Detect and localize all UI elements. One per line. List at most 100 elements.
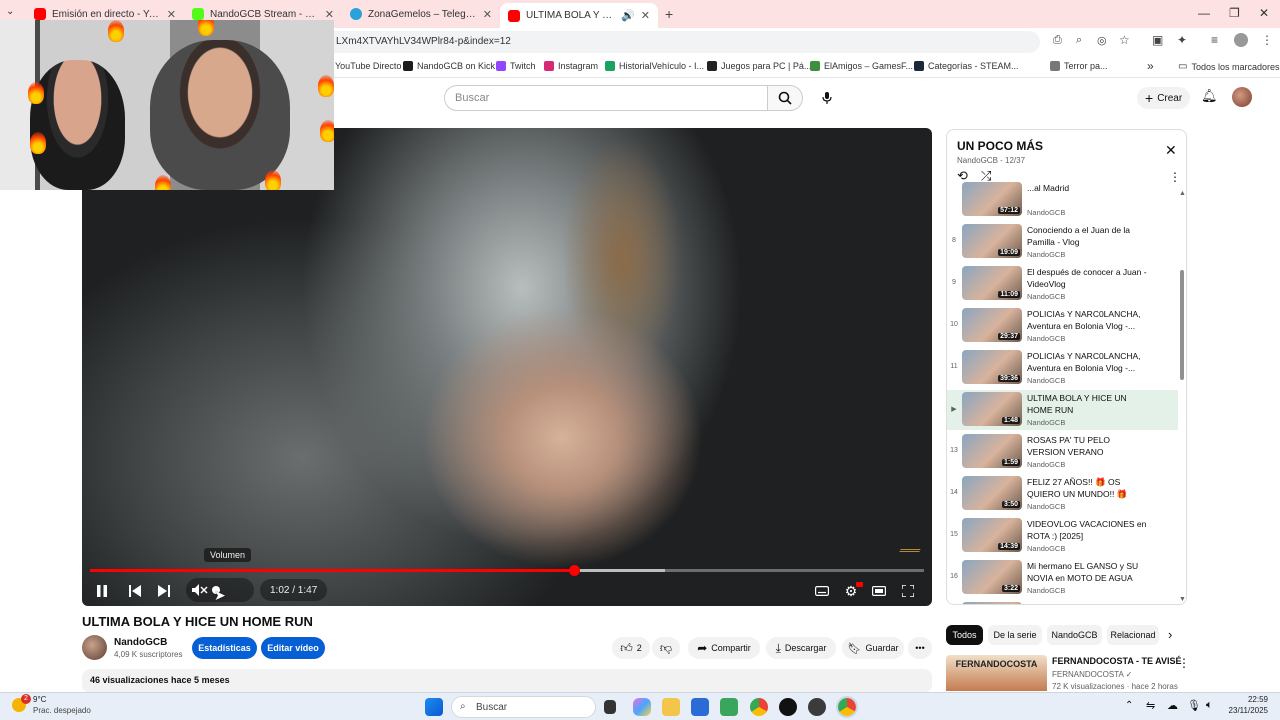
onedrive-icon[interactable]: ☁	[1167, 699, 1178, 712]
bookmark-steam[interactable]: Categorías - STEAM...	[914, 61, 1019, 71]
zoom-icon[interactable]: ⌕	[1076, 34, 1082, 47]
playlist-item[interactable]: 11 39:36 POLICIAs Y NARC0LANCHA, Aventura …	[947, 348, 1178, 388]
next-button[interactable]	[153, 580, 175, 602]
bookmark-youtube-directo[interactable]: YouTube Directo	[335, 61, 401, 71]
puzzle-icon[interactable]: ✦	[1177, 33, 1187, 47]
new-tab-button[interactable]: +	[665, 6, 673, 22]
copilot-icon[interactable]	[633, 698, 651, 716]
playlist-scrollbar[interactable]	[1180, 270, 1184, 380]
bookmark-twitch[interactable]: Twitch	[496, 61, 536, 71]
playlist-item[interactable]: 9 11:09 El después de conocer a Juan - Vid…	[947, 264, 1178, 304]
taskbar-search[interactable]: ⌕ Buscar	[451, 696, 596, 718]
scroll-down-icon[interactable]: ▼	[1179, 596, 1186, 603]
fullscreen-button[interactable]	[898, 580, 918, 602]
recommended-thumbnail[interactable]: FERNANDOCOSTA	[946, 655, 1047, 691]
tiktok-icon[interactable]	[779, 698, 797, 716]
playlist-item-current[interactable]: ▶ 1:48 ULTIMA BOLA Y HICE UN HOME RUN Nando…	[947, 390, 1178, 430]
create-button[interactable]: + Crear	[1137, 87, 1191, 109]
network-icon[interactable]: ⇋	[1146, 699, 1155, 712]
analytics-button[interactable]: Estadísticas	[192, 637, 257, 659]
close-tab-icon[interactable]: ✕	[483, 8, 492, 21]
profile-icon[interactable]	[1234, 33, 1248, 47]
extension-icon[interactable]: ▣	[1152, 33, 1163, 47]
bookmark-instagram[interactable]: Instagram	[544, 61, 598, 71]
clock-date[interactable]: 23/11/2025	[1220, 706, 1268, 715]
eye-off-icon[interactable]: ◎	[1097, 34, 1107, 47]
edit-video-button[interactable]: Editar vídeo	[261, 637, 325, 659]
minimize-icon[interactable]: —	[1198, 6, 1210, 20]
account-avatar[interactable]	[1232, 87, 1252, 107]
bookmark-historialvehiculo[interactable]: HistorialVehículo - I...	[605, 61, 704, 71]
search-input[interactable]: Buscar	[444, 85, 768, 111]
chrome-active-icon[interactable]	[836, 696, 858, 718]
tab-current-video[interactable]: ULTIMA BOLA Y HICE UN H 🔊 ✕	[500, 3, 658, 28]
tray-expand-icon[interactable]: ⌃	[1125, 700, 1133, 711]
clock-time[interactable]: 22:59	[1220, 695, 1268, 704]
speaker-icon[interactable]: 🔈︎	[1206, 699, 1213, 712]
recommended-channel[interactable]: FERNANDOCOSTA ✓	[1052, 670, 1132, 679]
media-icon[interactable]: ≡	[1211, 33, 1218, 47]
bookmark-terror[interactable]: Terror pa...	[1050, 61, 1108, 71]
app-icon[interactable]	[720, 698, 738, 716]
chip-todos[interactable]: Todos	[946, 625, 983, 645]
bookmark-juegos-pc[interactable]: Juegos para PC | Pá...	[707, 61, 811, 71]
theater-mode-button[interactable]	[869, 580, 889, 602]
playlist-item[interactable]: 16 3:22 Mi hermano EL GANSO y SU NOVIA en …	[947, 558, 1178, 598]
previous-button[interactable]	[124, 580, 146, 602]
description-box[interactable]: 46 visualizaciones hace 5 meses	[82, 669, 932, 693]
progress-bar[interactable]	[90, 565, 924, 576]
video-player[interactable]: Volumen ➤ 1:02 / 1:47 ⚙	[82, 128, 932, 606]
chrome-menu-icon[interactable]: ⋮	[1261, 33, 1273, 47]
task-view-icon[interactable]	[604, 700, 616, 714]
playlist-item[interactable]: 14 3:50 FELIZ 27 AÑOS!! 🎁 OS QUIERO UN MUN…	[947, 474, 1178, 514]
obs-icon[interactable]	[808, 698, 826, 716]
playlist-item[interactable]: 15 14:39 VIDEOVLOG VACACIONES en ROTA :) […	[947, 516, 1178, 556]
search-button[interactable]	[767, 85, 803, 111]
dislike-button[interactable]: 👎︎	[652, 637, 680, 659]
close-window-icon[interactable]: ✕	[1259, 6, 1269, 20]
playlist-item[interactable]: EDITs VACACIONES ROTA :) [2024]	[947, 600, 1178, 604]
channel-avatar[interactable]	[82, 635, 107, 660]
bookmark-elamigos[interactable]: ElAmigos – GamesF...	[810, 61, 913, 71]
close-tab-icon[interactable]: ✕	[167, 8, 176, 21]
chip-relacionados[interactable]: Relacionad	[1107, 625, 1159, 645]
file-explorer-icon[interactable]	[662, 698, 680, 716]
settings-button[interactable]: ⚙	[841, 580, 863, 602]
tab-search-icon[interactable]: ⌄	[6, 6, 14, 17]
playlist-item[interactable]: 13 1:59 ROSAS PA' TU PELO VERSION VERANO Na…	[947, 432, 1178, 472]
recommended-title[interactable]: FERNANDOCOSTA - TE AVISÉ	[1052, 656, 1182, 666]
recommended-menu-icon[interactable]: ⋮	[1178, 656, 1190, 670]
playlist-item[interactable]: 8 19:09 Conociendo a el Juan de la Pamilla…	[947, 222, 1178, 262]
close-tab-icon[interactable]: ✕	[641, 9, 650, 22]
chips-next-icon[interactable]: ›	[1168, 627, 1172, 642]
chrome-icon[interactable]	[750, 698, 768, 716]
all-bookmarks-button[interactable]: ▭ Todos los marcadores	[1178, 61, 1280, 72]
star-icon[interactable]: ☆	[1119, 33, 1130, 47]
windows-start-icon[interactable]	[425, 698, 443, 716]
pause-button[interactable]	[92, 580, 112, 602]
close-tab-icon[interactable]: ✕	[325, 8, 334, 21]
like-button[interactable]: 👍︎ 2	[612, 637, 650, 659]
download-button[interactable]: ⤓ Descargar	[766, 637, 836, 659]
install-icon[interactable]: ⎙	[1053, 34, 1062, 47]
close-playlist-icon[interactable]: ✕	[1165, 142, 1177, 159]
subtitles-button[interactable]	[812, 580, 832, 602]
channel-name[interactable]: NandoGCB	[114, 637, 167, 648]
bookmarks-overflow-button[interactable]: »	[1147, 59, 1154, 73]
address-bar[interactable]: LXm4XTVAYhLV34WPlr84-p&index=12	[300, 31, 1040, 53]
playlist-item[interactable]: 57:12 ...al Madrid NandoGCB	[947, 180, 1178, 220]
playlist-item[interactable]: 10 29:37 POLICIAs Y NARC0LANCHA, Aventura …	[947, 306, 1178, 346]
notifications-bell-icon[interactable]: 🔔︎	[1201, 88, 1218, 104]
maximize-icon[interactable]: ❐	[1229, 6, 1240, 20]
bookmark-kick[interactable]: NandoGCB on Kick	[403, 61, 495, 71]
progress-scrubber[interactable]	[568, 565, 580, 576]
voice-search-button[interactable]	[814, 85, 840, 111]
mic-tray-icon[interactable]: 🎙︎	[1187, 699, 1201, 712]
playlist-title[interactable]: UN POCO MÁS	[957, 139, 1043, 153]
store-icon[interactable]	[691, 698, 709, 716]
tab-telegram[interactable]: ZonaGemelos – Telegram ✕	[342, 3, 500, 25]
more-actions-button[interactable]: •••	[908, 637, 932, 659]
save-button[interactable]: 🔖︎ Guardar	[842, 637, 904, 659]
scroll-up-icon[interactable]: ▲	[1179, 190, 1186, 197]
chip-nandogcb[interactable]: NandoGCB	[1047, 625, 1102, 645]
